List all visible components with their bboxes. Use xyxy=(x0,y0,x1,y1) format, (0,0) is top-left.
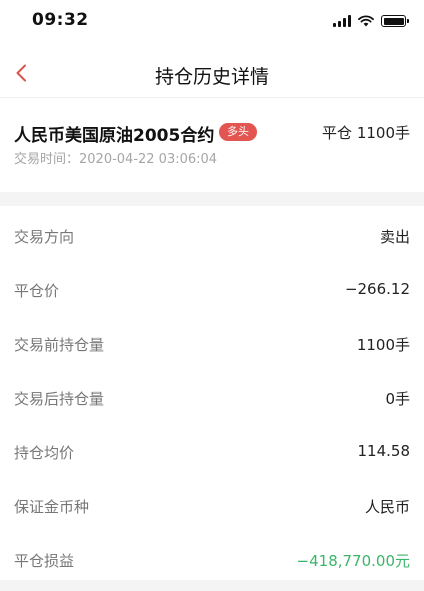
trade-time: 交易时间：2020-04-22 03:06:04 xyxy=(14,152,218,167)
status-time: 09:32 xyxy=(32,10,89,30)
detail-row-close-price: 平仓价 −266.12 xyxy=(0,262,424,316)
status-icons xyxy=(333,14,409,28)
detail-label: 交易前持仓量 xyxy=(14,336,105,354)
detail-value: 0手 xyxy=(385,390,410,408)
detail-value: 114.58 xyxy=(357,442,411,460)
section-divider xyxy=(0,192,424,206)
direction-badge: 多头 xyxy=(219,123,257,141)
wifi-icon xyxy=(358,15,374,27)
status-bar: 09:32 xyxy=(0,0,424,44)
position-summary: 人民币美国原油2005合约 多头 平仓 1100手 交易时间：2020-04-2… xyxy=(0,100,424,192)
detail-row-before-position: 交易前持仓量 1100手 xyxy=(0,316,424,370)
detail-value: 卖出 xyxy=(379,228,410,246)
detail-value: 人民币 xyxy=(364,498,410,516)
detail-row-profit: 平仓损益 −418,770.00元 xyxy=(0,532,424,586)
detail-label: 平仓损益 xyxy=(14,552,75,570)
page-title: 持仓历史详情 xyxy=(154,66,269,88)
battery-icon xyxy=(381,15,409,27)
bottom-divider xyxy=(0,580,424,591)
contract-name: 人民币美国原油2005合约 xyxy=(14,126,215,146)
detail-label: 保证金币种 xyxy=(14,498,90,516)
detail-value: −266.12 xyxy=(344,280,410,298)
detail-row-avg-price: 持仓均价 114.58 xyxy=(0,424,424,478)
detail-label: 交易后持仓量 xyxy=(14,390,105,408)
close-quantity-summary: 平仓 1100手 xyxy=(322,124,410,142)
detail-label: 平仓价 xyxy=(14,282,60,300)
detail-value: 1100手 xyxy=(356,336,410,354)
detail-row-after-position: 交易后持仓量 0手 xyxy=(0,370,424,424)
cellular-signal-icon xyxy=(333,15,351,27)
detail-label: 交易方向 xyxy=(14,228,75,246)
nav-bar: 持仓历史详情 xyxy=(0,48,424,98)
detail-row-direction: 交易方向 卖出 xyxy=(0,208,424,262)
profit-value: −418,770.00元 xyxy=(296,552,410,570)
detail-list: 交易方向 卖出 平仓价 −266.12 交易前持仓量 1100手 交易后持仓量 … xyxy=(0,208,424,586)
detail-row-margin-currency: 保证金币种 人民币 xyxy=(0,478,424,532)
detail-label: 持仓均价 xyxy=(14,444,75,462)
